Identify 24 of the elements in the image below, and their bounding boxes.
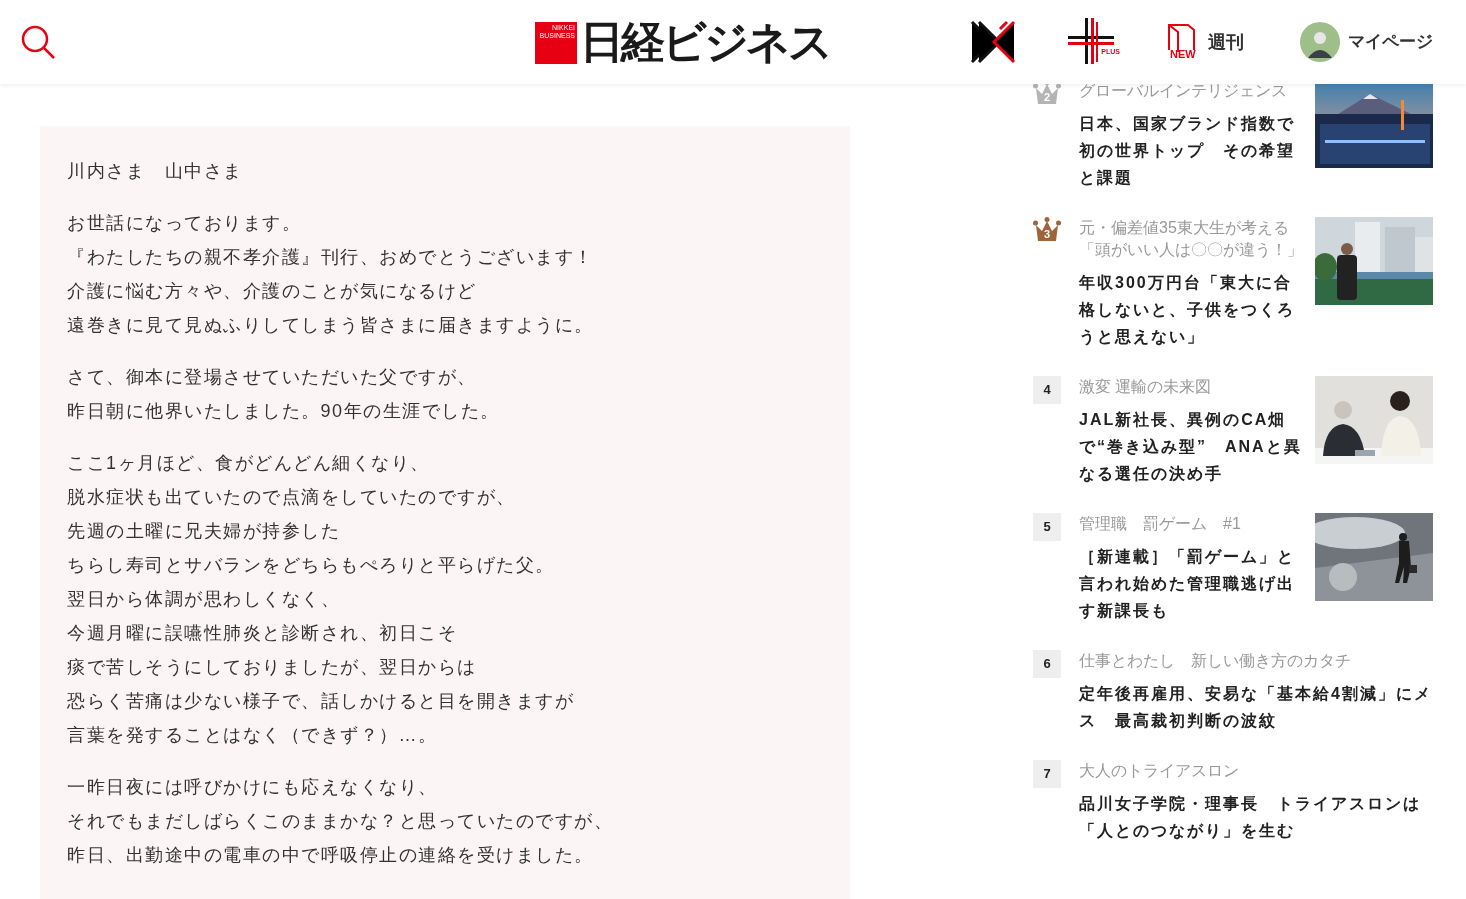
rank-number: 2	[1042, 91, 1052, 103]
rank-number: 5	[1033, 513, 1061, 541]
article-title[interactable]: JAL新社長、異例のCA畑で“巻き込み型” ANAと異なる選任の決め手	[1079, 406, 1307, 487]
rank-number: 7	[1033, 760, 1061, 788]
article-title[interactable]: 日本、国家ブランド指数で初の世界トップ その希望と課題	[1079, 110, 1307, 191]
rank-number: 6	[1033, 650, 1061, 678]
rank-number: 4	[1033, 376, 1061, 404]
weekly-link[interactable]: 週刊	[1208, 28, 1244, 56]
letter-paragraph: 一昨日夜には呼びかけにも応えなくなり、 それでもまだしばらくこのままかな？と思っていたのですが、 昨日、出勤途中の電車の中で呼吸停止の連絡を受けました。	[67, 776, 614, 867]
letter-paragraph: お世話になっております。 『わたしたちの親不孝介護』刊行、おめでとうございます！ 介護に悩む方々や、介護のことが気になるけど 遠巻きに見て見ぬふりしてしまう皆さまに届きますように。	[67, 212, 595, 337]
x-logo-icon[interactable]	[970, 20, 1016, 64]
article-title[interactable]: ［新連載］「罰ゲーム」と言われ始めた管理職逃げ出す新課長も	[1079, 543, 1307, 624]
rank-number: 3	[1042, 228, 1052, 240]
letter-paragraph: ここ1ヶ月ほど、食がどんどん細くなり、 脱水症状も出ていたので点滴をしていたのですが、 先週の土曜に兄夫婦が持参した ちらし寿司とサバランをどちらもぺろりと平らげた父。 翌日から体調が思わしくなく、 今週月曜に誤嚥性肺炎と診断され、初日こそ 痰で苦しそうにしておりましたが、翌日からは 恐らく苦痛は少ない様子で、話しかけると目を開きますが 言葉を発することはなく（できず？）…。	[67, 452, 575, 747]
avatar-icon[interactable]	[1300, 22, 1340, 62]
article-title[interactable]: 定年後再雇用、安易な「基本給4割減」にメス 最高裁初判断の波紋	[1079, 680, 1438, 734]
mypage-link[interactable]: マイページ	[1348, 29, 1433, 55]
search-icon[interactable]	[20, 24, 56, 60]
article-title[interactable]: 年収300万円台「東大に合格しないと、子供をつくろうと思えない」	[1079, 269, 1307, 350]
logo-title: 日経ビジネス	[580, 16, 830, 68]
article-title[interactable]: 品川女子学院・理事長 トライアスロンは「人とのつながり」を生む	[1079, 790, 1438, 844]
new-label: NEW	[1170, 48, 1196, 60]
letter-paragraph: さて、御本に登場させていただいた父ですが、 昨日朝に他界いたしました。90年の生涯でした。	[67, 366, 501, 423]
letter-paragraph: 川内さま 山中さま	[67, 160, 244, 183]
